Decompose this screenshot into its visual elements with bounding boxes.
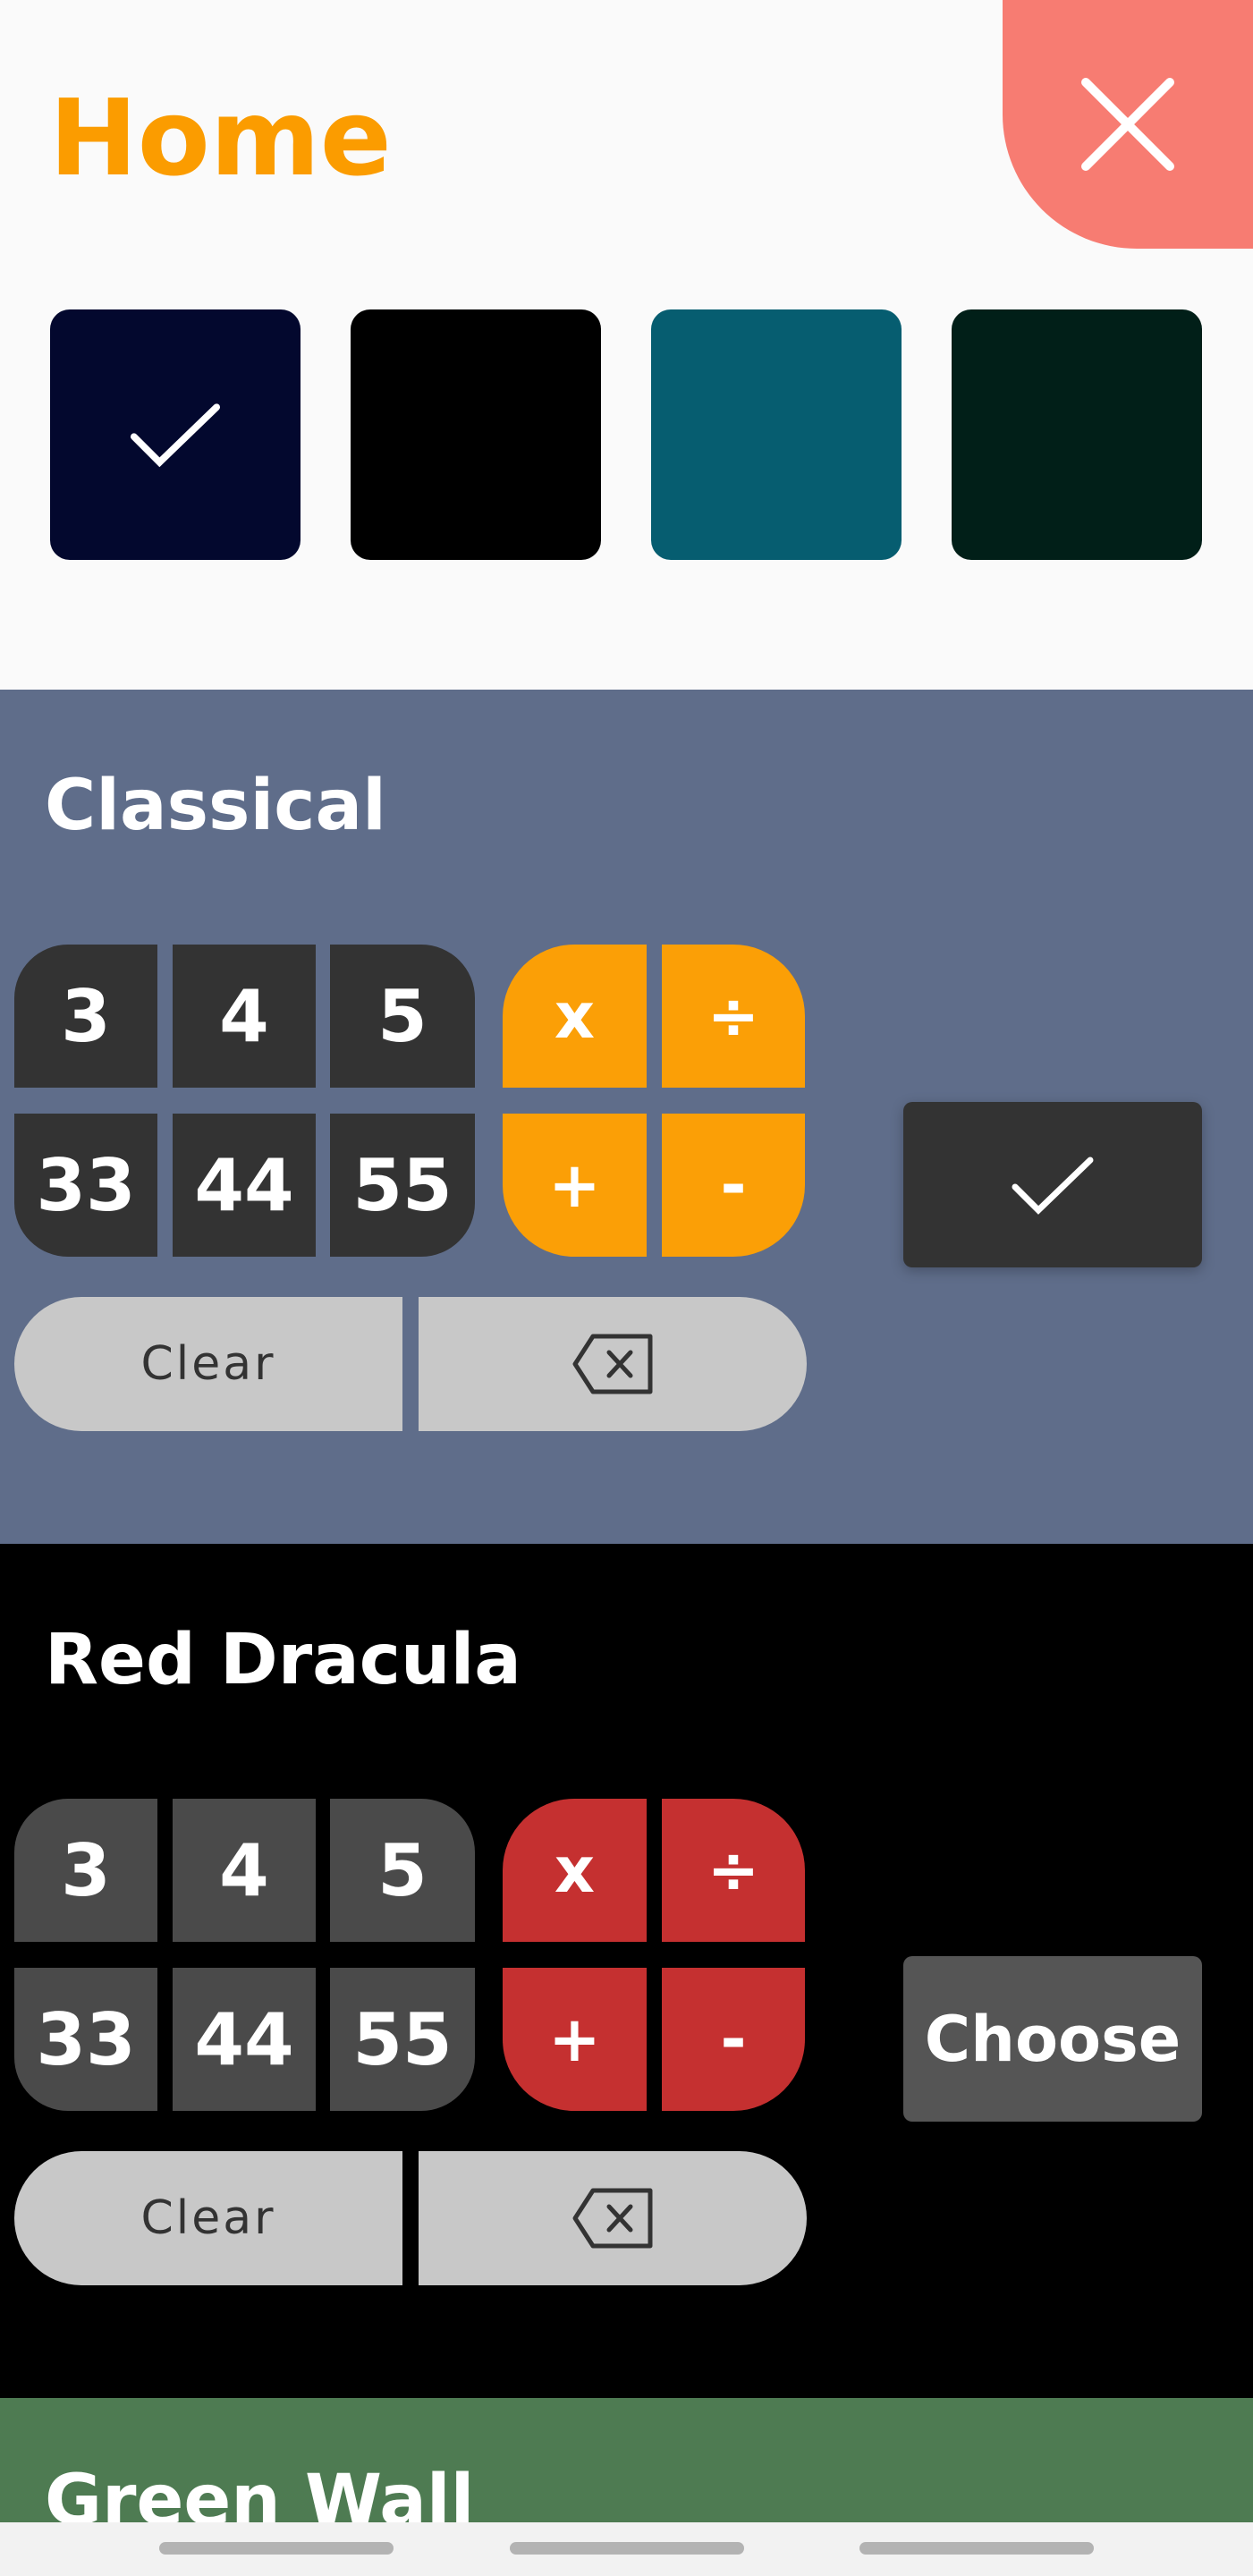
theme-green-wall: Green Wall	[0, 2398, 1253, 2522]
close-button[interactable]	[1003, 0, 1253, 249]
operator-key[interactable]: x	[503, 945, 647, 1088]
choose-label: Choose	[924, 2002, 1181, 2076]
color-swatch[interactable]	[952, 309, 1202, 560]
check-icon	[1012, 1157, 1094, 1215]
digit-key[interactable]: 33	[14, 1114, 157, 1257]
operator-key[interactable]: -	[662, 1968, 805, 2111]
digit-key[interactable]: 5	[330, 1799, 475, 1942]
color-swatch[interactable]	[351, 309, 601, 560]
digit-key[interactable]: 4	[173, 1799, 316, 1942]
backspace-icon	[572, 2188, 653, 2249]
close-icon	[1081, 78, 1174, 171]
clear-button[interactable]: Clear	[14, 1297, 402, 1431]
check-icon	[130, 403, 221, 468]
nav-handle[interactable]	[159, 2542, 394, 2555]
clear-label: Clear	[140, 1337, 276, 1391]
theme-title: Classical	[45, 766, 386, 846]
color-swatch[interactable]	[651, 309, 902, 560]
digit-key[interactable]: 5	[330, 945, 475, 1088]
navigation-bar	[0, 2522, 1253, 2576]
choose-theme-button[interactable]	[903, 1102, 1202, 1267]
backspace-button[interactable]	[419, 2151, 807, 2285]
theme-red-dracula: Red Dracula 3 4 5 33 44 55 x ÷ + - Clear Choose	[0, 1544, 1253, 2398]
operator-key[interactable]: +	[503, 1114, 647, 1257]
digit-key[interactable]: 3	[14, 945, 157, 1088]
digit-key[interactable]: 44	[173, 1114, 316, 1257]
digit-key[interactable]: 33	[14, 1968, 157, 2111]
clear-button[interactable]: Clear	[14, 2151, 402, 2285]
nav-handle[interactable]	[510, 2542, 744, 2555]
theme-title: Green Wall	[45, 2461, 475, 2522]
theme-title: Red Dracula	[45, 1620, 521, 1700]
choose-theme-button[interactable]: Choose	[903, 1956, 1202, 2122]
digit-key[interactable]: 55	[330, 1114, 475, 1257]
operator-key[interactable]: ÷	[662, 1799, 805, 1942]
operator-key[interactable]: +	[503, 1968, 647, 2111]
digit-key[interactable]: 44	[173, 1968, 316, 2111]
operator-key[interactable]: x	[503, 1799, 647, 1942]
theme-classical: Classical 3 4 5 33 44 55 x ÷ + - Clear	[0, 690, 1253, 1544]
operator-key[interactable]: ÷	[662, 945, 805, 1088]
nav-handle[interactable]	[859, 2542, 1094, 2555]
color-swatch[interactable]	[50, 309, 301, 560]
clear-label: Clear	[140, 2191, 276, 2245]
digit-key[interactable]: 3	[14, 1799, 157, 1942]
digit-key[interactable]: 4	[173, 945, 316, 1088]
page-title: Home	[49, 76, 392, 199]
operator-key[interactable]: -	[662, 1114, 805, 1257]
backspace-icon	[572, 1334, 653, 1394]
digit-key[interactable]: 55	[330, 1968, 475, 2111]
backspace-button[interactable]	[419, 1297, 807, 1431]
